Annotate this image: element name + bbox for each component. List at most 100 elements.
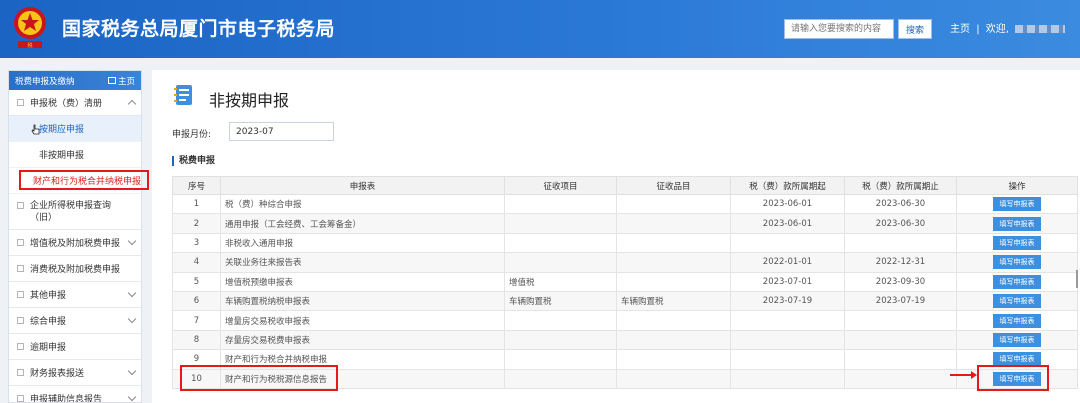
fill-form-button[interactable]: 填写申报表 — [993, 332, 1041, 347]
row-levy-sub-item — [616, 368, 731, 389]
row-period-start — [730, 368, 845, 389]
row-levy-item — [504, 193, 617, 215]
highlight-box-action — [977, 365, 1049, 391]
row-period-start — [730, 232, 845, 254]
table-row: 7 增量房交易税收申报表 填写申报表 — [172, 310, 1078, 331]
search-input[interactable] — [784, 19, 894, 39]
table-row: 4 关联业务往来报告表 2022-01-01 2022-12-31 填写申报表 — [172, 252, 1078, 273]
notebook-icon — [174, 85, 192, 105]
row-action-cell: 填写申报表 — [956, 213, 1078, 234]
row-period-start: 2023-06-01 — [730, 213, 845, 234]
sidebar-item-label: 增值税及附加税费申报 — [30, 239, 121, 249]
sidebar: 税费申报及缴纳 主页 申报税（费）清册 按期应申报 非按期申报 财产和行为税合并… — [8, 70, 142, 403]
col-header-action: 操作 — [956, 176, 1078, 195]
row-levy-sub-item — [616, 213, 731, 234]
sidebar-item-label: 综合申报 — [30, 317, 67, 327]
row-no: 7 — [172, 310, 221, 331]
row-period-start — [730, 349, 845, 370]
row-levy-sub-item: 车辆购置税 — [616, 290, 731, 312]
row-form-name: 存量房交易税费申报表 — [220, 329, 505, 351]
table-row: 1 税（费）种综合申报 2023-06-01 2023-06-30 填写申报表 — [172, 193, 1078, 215]
row-action-cell: 填写申报表 — [956, 232, 1078, 254]
sidebar-item-label: 申报税（费）清册 — [30, 99, 103, 109]
row-action-cell: 填写申报表 — [956, 252, 1078, 273]
table-row: 3 非税收入通用申报 填写申报表 — [172, 232, 1078, 254]
sidebar-item-vat[interactable]: 增值税及附加税费申报 — [9, 230, 141, 256]
item-icon — [17, 239, 24, 246]
item-icon — [17, 317, 24, 324]
sidebar-item-label: 申报辅助信息报告 — [30, 395, 103, 403]
highlight-box-row10 — [180, 365, 338, 391]
row-form-name: 税（费）种综合申报 — [220, 193, 505, 215]
row-levy-item: 增值税 — [504, 271, 617, 292]
declaration-table: 序号 申报表 征收项目 征收品目 税（费）款所属期起 税（费）款所属期止 操作 … — [172, 176, 1078, 389]
sidebar-item-tax-list[interactable]: 申报税（费）清册 — [9, 90, 141, 116]
sidebar-item-comprehensive[interactable]: 综合申报 — [9, 308, 141, 334]
row-levy-sub-item — [616, 232, 731, 254]
sidebar-item-cit-query[interactable]: 企业所得税申报查询（旧） — [9, 194, 141, 230]
col-header-no: 序号 — [172, 176, 221, 195]
sidebar-sub-periodic[interactable]: 按期应申报 — [9, 116, 141, 142]
sidebar-item-aux-info[interactable]: 申报辅助信息报告 — [9, 386, 141, 403]
fill-form-button[interactable]: 填写申报表 — [993, 255, 1041, 270]
col-header-period-start: 税（费）款所属期起 — [730, 176, 845, 195]
row-levy-item — [504, 329, 617, 351]
row-levy-sub-item — [616, 310, 731, 331]
sidebar-item-label: 企业所得税申报查询（旧） — [30, 201, 112, 223]
sidebar-home-link[interactable]: 主页 — [107, 75, 135, 87]
month-field[interactable]: 2023-07 — [229, 122, 334, 141]
month-label: 申报月份: — [172, 130, 212, 140]
fill-form-button[interactable]: 填写申报表 — [993, 216, 1041, 231]
home-icon — [107, 77, 116, 84]
main-content: 非按期申报 申报月份: 2023-07 税费申报 序号 申报表 征收项目 征收品… — [152, 70, 1080, 403]
sidebar-header-label: 税费申报及缴纳 — [15, 76, 75, 87]
item-icon — [17, 99, 24, 106]
row-action-cell: 填写申报表 — [956, 310, 1078, 331]
row-no: 2 — [172, 213, 221, 234]
table-row: 6 车辆购置税纳税申报表 车辆购置税 车辆购置税 2023-07-19 2023-07-1… — [172, 290, 1078, 312]
chevron-down-icon — [127, 392, 137, 402]
sidebar-item-consumption-tax[interactable]: 消费税及附加税费申报 — [9, 256, 141, 282]
row-period-end — [844, 310, 957, 331]
sidebar-item-financial-reports[interactable]: 财务报表报送 — [9, 360, 141, 386]
fill-form-button[interactable]: 填写申报表 — [993, 294, 1041, 309]
fill-form-button[interactable]: 填写申报表 — [993, 235, 1041, 250]
sidebar-item-other[interactable]: 其他申报 — [9, 282, 141, 308]
row-action-cell: 填写申报表 — [956, 329, 1078, 351]
row-no: 3 — [172, 232, 221, 254]
col-header-sub-item: 征收品目 — [616, 176, 731, 195]
row-no: 6 — [172, 290, 221, 312]
top-links: 主页 | 欢迎, — [950, 20, 1068, 35]
sidebar-item-overdue[interactable]: 逾期申报 — [9, 334, 141, 360]
row-form-name: 非税收入通用申报 — [220, 232, 505, 254]
col-header-period-end: 税（费）款所属期止 — [844, 176, 957, 195]
scrollbar[interactable] — [1076, 270, 1078, 288]
row-form-name: 增量房交易税收申报表 — [220, 310, 505, 331]
fill-form-button[interactable]: 填写申报表 — [993, 274, 1041, 289]
row-levy-item: 车辆购置税 — [504, 290, 617, 312]
item-icon — [17, 395, 24, 402]
red-arrow-icon — [950, 371, 977, 379]
fill-form-button[interactable]: 填写申报表 — [993, 313, 1041, 328]
blurred-username — [1015, 25, 1066, 33]
site-title: 国家税务总局厦门市电子税务局 — [62, 18, 336, 40]
row-levy-item — [504, 213, 617, 234]
search-button[interactable]: 搜索 — [898, 19, 932, 39]
row-period-start: 2023-07-19 — [730, 290, 845, 312]
welcome-text: 欢迎, — [985, 24, 1009, 35]
sidebar-header: 税费申报及缴纳 主页 — [9, 71, 141, 90]
home-link[interactable]: 主页 — [950, 24, 970, 35]
row-period-end — [844, 349, 957, 370]
row-form-name: 增值税预缴申报表 — [220, 271, 505, 292]
row-action-cell: 填写申报表 — [956, 193, 1078, 215]
table-row: 5 增值税预缴申报表 增值税 2023-07-01 2023-09-30 填写申报表 — [172, 271, 1078, 292]
row-action-cell: 填写申报表 — [956, 271, 1078, 292]
item-icon — [17, 202, 24, 209]
row-no: 1 — [172, 193, 221, 215]
fill-form-button[interactable]: 填写申报表 — [993, 197, 1041, 212]
item-icon — [17, 291, 24, 298]
sidebar-sub-non-periodic[interactable]: 非按期申报 — [9, 142, 141, 168]
item-icon — [17, 343, 24, 350]
row-levy-sub-item — [616, 252, 731, 273]
row-no: 8 — [172, 329, 221, 351]
